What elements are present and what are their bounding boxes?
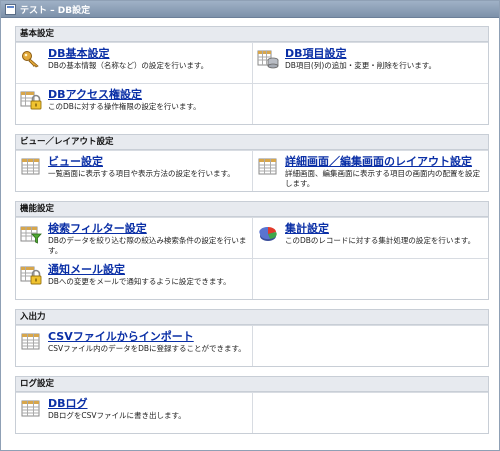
settings-row: DBログ DBログをCSVファイルに書き出します。: [16, 392, 488, 433]
section-header: ビュー／レイアウト設定: [16, 135, 488, 150]
setting-description: CSVファイル内のデータをDBに登録することができます。: [48, 344, 246, 353]
setting-description: DBへの変更をメールで通知するように設定できます。: [48, 277, 231, 286]
setting-item: 詳細画面／編集画面のレイアウト設定 詳細画面、編集画面に表示する項目の画面内の配置…: [252, 151, 488, 191]
grid-icon: [20, 156, 42, 178]
setting-item: CSVファイルからインポート CSVファイル内のデータをDBに登録することができま…: [16, 326, 252, 366]
setting-item: 検索フィルター設定 DBのデータを絞り込む際の絞込み検索条件の設定を行います。: [16, 218, 252, 258]
grid-icon: [20, 398, 42, 420]
setting-item: DBログ DBログをCSVファイルに書き出します。: [16, 393, 252, 433]
grid-icon: [20, 331, 42, 353]
setting-link[interactable]: CSVファイルからインポート: [48, 330, 248, 343]
empty-cell: [252, 259, 488, 299]
key-icon: [20, 48, 42, 70]
setting-item: DB項目設定 DB項目(列)の追加・変更・削除を行います。: [252, 43, 488, 83]
setting-link[interactable]: DB基本設定: [48, 47, 248, 60]
lock-icon: [20, 89, 42, 111]
setting-description: このDBに対する操作権限の設定を行います。: [48, 102, 201, 111]
section-header: 基本設定: [16, 27, 488, 42]
setting-link[interactable]: ビュー設定: [48, 155, 248, 168]
setting-link[interactable]: 検索フィルター設定: [48, 222, 248, 235]
window-title: テスト – DB設定: [20, 5, 91, 16]
setting-description: DBログをCSVファイルに書き出します。: [48, 411, 186, 420]
section-header: ログ設定: [16, 377, 488, 392]
setting-link[interactable]: DB項目設定: [285, 47, 484, 60]
settings-row: ビュー設定 一覧画面に表示する項目や表示方法の設定を行います。 詳細画面／編集画面の…: [16, 150, 488, 191]
section-header: 入出力: [16, 310, 488, 325]
setting-description: DBの基本情報（名称など）の設定を行います。: [48, 61, 209, 70]
settings-row: CSVファイルからインポート CSVファイル内のデータをDBに登録することができま…: [16, 325, 488, 366]
pie-chart-icon: [257, 223, 279, 245]
setting-description: DBのデータを絞り込む際の絞込み検索条件の設定を行います。: [48, 236, 247, 255]
setting-item: ビュー設定 一覧画面に表示する項目や表示方法の設定を行います。: [16, 151, 252, 191]
setting-link[interactable]: 集計設定: [285, 222, 484, 235]
settings-content: 基本設定 DB基本設定 DBの基本情報（名称など）の設定を行います。 DB項目設定 DB…: [1, 18, 499, 434]
empty-cell: [252, 393, 488, 433]
settings-row: 検索フィルター設定 DBのデータを絞り込む際の絞込み検索条件の設定を行います。 集計…: [16, 217, 488, 258]
setting-description: 詳細画面、編集画面に表示する項目の画面内の配置を設定します。: [285, 169, 480, 188]
setting-link[interactable]: 詳細画面／編集画面のレイアウト設定: [285, 155, 484, 168]
setting-item: 通知メール設定 DBへの変更をメールで通知するように設定できます。: [16, 259, 252, 299]
setting-description: DB項目(列)の追加・変更・削除を行います。: [285, 61, 437, 70]
empty-cell: [252, 326, 488, 366]
section-header: 機能設定: [16, 202, 488, 217]
title-bar: テスト – DB設定: [1, 1, 499, 18]
settings-row: DBアクセス権設定 このDBに対する操作権限の設定を行います。: [16, 83, 488, 124]
settings-row: DB基本設定 DBの基本情報（名称など）の設定を行います。 DB項目設定 DB項目(列…: [16, 42, 488, 83]
settings-section: 基本設定 DB基本設定 DBの基本情報（名称など）の設定を行います。 DB項目設定 DB…: [15, 26, 489, 125]
settings-section: ログ設定 DBログ DBログをCSVファイルに書き出します。: [15, 376, 489, 434]
window-icon: [5, 3, 16, 15]
lock-icon: [20, 264, 42, 286]
settings-section: 入出力 CSVファイルからインポート CSVファイル内のデータをDBに登録することが…: [15, 309, 489, 367]
grid-icon: [257, 156, 279, 178]
setting-link[interactable]: DBログ: [48, 397, 248, 410]
setting-description: このDBのレコードに対する集計処理の設定を行います。: [285, 236, 476, 245]
setting-item: 集計設定 このDBのレコードに対する集計処理の設定を行います。: [252, 218, 488, 258]
settings-row: 通知メール設定 DBへの変更をメールで通知するように設定できます。: [16, 258, 488, 299]
settings-section: ビュー／レイアウト設定 ビュー設定 一覧画面に表示する項目や表示方法の設定を行います…: [15, 134, 489, 192]
setting-item: DB基本設定 DBの基本情報（名称など）の設定を行います。: [16, 43, 252, 83]
setting-link[interactable]: DBアクセス権設定: [48, 88, 248, 101]
settings-section: 機能設定 検索フィルター設定 DBのデータを絞り込む際の絞込み検索条件の設定を行いま…: [15, 201, 489, 300]
db-table-icon: [257, 48, 279, 70]
setting-description: 一覧画面に表示する項目や表示方法の設定を行います。: [48, 169, 235, 178]
filter-grid-icon: [20, 223, 42, 245]
empty-cell: [252, 84, 488, 124]
setting-item: DBアクセス権設定 このDBに対する操作権限の設定を行います。: [16, 84, 252, 124]
setting-link[interactable]: 通知メール設定: [48, 263, 248, 276]
db-settings-window: テスト – DB設定 基本設定 DB基本設定 DBの基本情報（名称など）の設定を行い…: [0, 0, 500, 451]
